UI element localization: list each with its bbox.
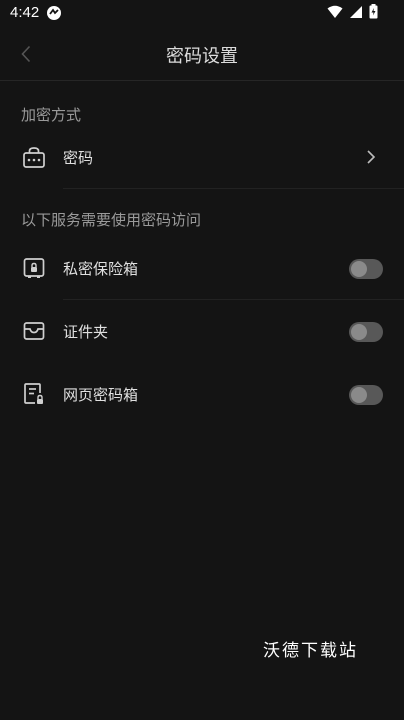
chevron-right-icon	[366, 149, 376, 165]
app-header: 密码设置	[0, 28, 404, 81]
service-label: 私密保险箱	[63, 260, 139, 278]
service-row-id-folder[interactable]: 证件夹	[0, 303, 404, 363]
signal-icon	[349, 4, 363, 23]
folder-icon	[22, 319, 46, 343]
status-icons	[327, 3, 378, 23]
watermark: 沃德下载站	[263, 641, 358, 661]
toggle-knob	[351, 387, 367, 403]
web-password-icon	[22, 382, 46, 406]
toggle-knob	[351, 324, 367, 340]
app-notification-icon	[46, 5, 62, 21]
web-password-toggle[interactable]	[349, 385, 383, 405]
divider	[63, 188, 404, 189]
private-safe-toggle[interactable]	[349, 259, 383, 279]
lock-icon	[22, 145, 46, 169]
battery-icon	[369, 3, 378, 23]
id-folder-toggle[interactable]	[349, 322, 383, 342]
section-label-services: 以下服务需要使用密码访问	[21, 211, 202, 229]
service-label: 证件夹	[63, 323, 109, 341]
toggle-knob	[351, 261, 367, 277]
service-label: 网页密码箱	[63, 386, 139, 404]
service-row-web-password[interactable]: 网页密码箱	[0, 366, 404, 426]
safe-icon	[22, 256, 46, 280]
encryption-method-label: 密码	[63, 149, 94, 167]
divider	[63, 299, 404, 300]
wifi-icon	[327, 4, 343, 23]
status-bar: 4:42	[0, 0, 404, 28]
status-time: 4:42	[10, 4, 40, 21]
encryption-method-row[interactable]: 密码	[0, 129, 404, 189]
service-row-private-safe[interactable]: 私密保险箱	[0, 240, 404, 300]
page-title: 密码设置	[166, 46, 238, 67]
section-label-encryption: 加密方式	[21, 106, 82, 124]
